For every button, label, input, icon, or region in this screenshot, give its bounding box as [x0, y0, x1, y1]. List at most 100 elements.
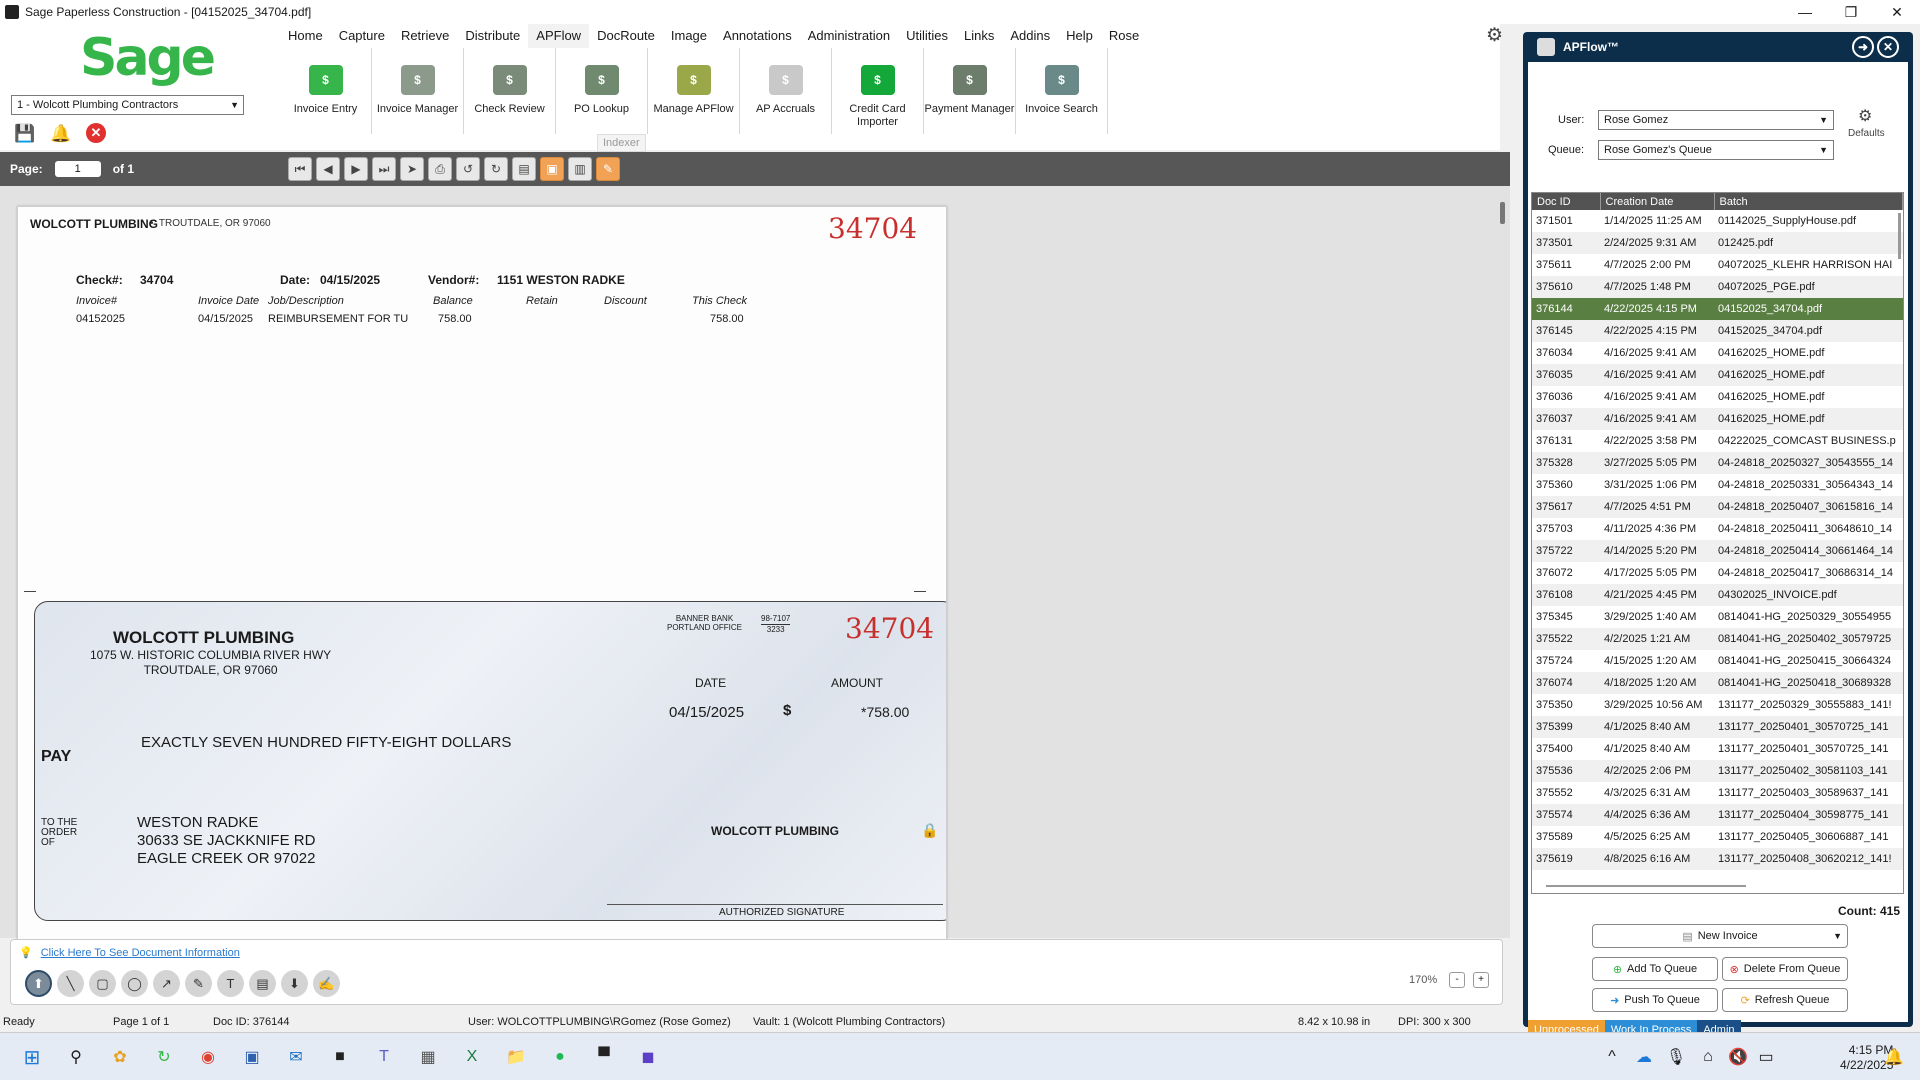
signature-tool-icon[interactable]: ✍	[313, 970, 340, 997]
onedrive-icon[interactable]: ☁	[1630, 1043, 1658, 1071]
arrow-tool-icon[interactable]: ↗	[153, 970, 180, 997]
table-row[interactable]: 375522 4/2/2025 1:21 AM 0814041-HG_2025040…	[1532, 628, 1903, 650]
microphone-icon[interactable]: 🎙	[1662, 1043, 1690, 1071]
table-row[interactable]: 375536 4/2/2025 2:06 PM 131177_20250402_30…	[1532, 760, 1903, 782]
zoom-out-button[interactable]: -	[1449, 972, 1465, 988]
menu-administration[interactable]: Administration	[800, 24, 898, 48]
credit-card-importer-button[interactable]: $ Credit Card Importer	[832, 48, 924, 134]
table-row[interactable]: 371501 1/14/2025 11:25 AM 01142025_SupplyH…	[1532, 210, 1903, 232]
table-row[interactable]: 376034 4/16/2025 9:41 AM 04162025_HOME.pdf	[1532, 342, 1903, 364]
app-icon[interactable]: ▣	[238, 1043, 266, 1071]
menu-rose[interactable]: Rose	[1101, 24, 1147, 48]
volume-icon[interactable]: 🔇	[1724, 1043, 1752, 1071]
menu-distribute[interactable]: Distribute	[457, 24, 528, 48]
edit-document-icon[interactable]: ✎	[596, 157, 620, 181]
add-to-queue-button[interactable]: ⊕ Add To Queue	[1592, 957, 1718, 981]
print-icon[interactable]: ⎙	[428, 157, 452, 181]
minimize-button[interactable]: —	[1782, 0, 1828, 24]
table-row[interactable]: 375328 3/27/2025 5:05 PM 04-24818_20250327…	[1532, 452, 1903, 474]
menu-docroute[interactable]: DocRoute	[589, 24, 663, 48]
cancel-icon[interactable]: ✕	[86, 123, 106, 143]
document-info-link[interactable]: Click Here To See Document Information	[41, 947, 240, 959]
sage-paperless-icon[interactable]: ▀	[590, 1043, 618, 1071]
refresh-queue-button[interactable]: ⟳ Refresh Queue	[1722, 988, 1848, 1012]
teams-icon[interactable]: T	[370, 1043, 398, 1071]
highlighter-tool-icon[interactable]: ✎	[185, 970, 212, 997]
payment-manager-button[interactable]: $ Payment Manager	[924, 48, 1016, 134]
send-icon[interactable]: ➤	[400, 157, 424, 181]
check-review-button[interactable]: $ Check Review	[464, 48, 556, 134]
table-row[interactable]: 375589 4/5/2025 6:25 AM 131177_20250405_30…	[1532, 826, 1903, 848]
push-to-queue-button[interactable]: ➜ Push To Queue	[1592, 988, 1718, 1012]
user-select[interactable]: Rose Gomez ▼	[1598, 110, 1834, 130]
table-row[interactable]: 375724 4/15/2025 1:20 AM 0814041-HG_202504…	[1532, 650, 1903, 672]
table-row[interactable]: 376074 4/18/2025 1:20 AM 0814041-HG_202504…	[1532, 672, 1903, 694]
pointer-tool-icon[interactable]: ⬆	[25, 970, 52, 997]
menu-retrieve[interactable]: Retrieve	[393, 24, 457, 48]
new-invoice-button[interactable]: ▤ New Invoice ▼	[1592, 924, 1848, 948]
stamp-tool-icon[interactable]: ⬇	[281, 970, 308, 997]
page-icon[interactable]: ▤	[512, 157, 536, 181]
table-row[interactable]: 375350 3/29/2025 10:56 AM 131177_20250329_…	[1532, 694, 1903, 716]
manage-apflow-button[interactable]: $ Manage APFlow	[648, 48, 740, 134]
menu-capture[interactable]: Capture	[331, 24, 393, 48]
close-button[interactable]: ✕	[1874, 0, 1920, 24]
table-row[interactable]: 375574 4/4/2025 6:36 AM 131177_20250404_30…	[1532, 804, 1903, 826]
table-row[interactable]: 376037 4/16/2025 9:41 AM 04162025_HOME.pdf	[1532, 408, 1903, 430]
table-row[interactable]: 373501 2/24/2025 9:31 AM 012425.pdf	[1532, 232, 1903, 254]
chevron-up-icon[interactable]: ^	[1598, 1043, 1626, 1071]
invoice-entry-button[interactable]: $ Invoice Entry	[280, 48, 372, 134]
forward-icon[interactable]: ➜	[1852, 36, 1874, 58]
table-hscroll[interactable]	[1546, 885, 1746, 887]
menu-help[interactable]: Help	[1058, 24, 1101, 48]
app-icon[interactable]: ■	[326, 1043, 354, 1071]
ap-accruals-button[interactable]: $ AP Accruals	[740, 48, 832, 134]
table-row[interactable]: 375617 4/7/2025 4:51 PM 04-24818_20250407_…	[1532, 496, 1903, 518]
outlook-icon[interactable]: ✉	[282, 1043, 310, 1071]
table-row[interactable]: 375619 4/8/2025 6:16 AM 131177_20250408_30…	[1532, 848, 1903, 870]
maximize-button[interactable]: ❐	[1828, 0, 1874, 24]
text-tool-icon[interactable]: T	[217, 970, 244, 997]
app-icon[interactable]: ◼	[634, 1043, 662, 1071]
rectangle-tool-icon[interactable]: ▢	[89, 970, 116, 997]
app-icon[interactable]: ✿	[106, 1043, 134, 1071]
viewer-scrollbar[interactable]	[1500, 202, 1505, 224]
excel-icon[interactable]: X	[458, 1043, 486, 1071]
table-row[interactable]: 375360 3/31/2025 1:06 PM 04-24818_20250331…	[1532, 474, 1903, 496]
page-input[interactable]: 1	[54, 161, 101, 177]
menu-links[interactable]: Links	[956, 24, 1002, 48]
invoice-manager-button[interactable]: $ Invoice Manager	[372, 48, 464, 134]
table-row[interactable]: 375611 4/7/2025 2:00 PM 04072025_KLEHR HAR…	[1532, 254, 1903, 276]
menu-annotations[interactable]: Annotations	[715, 24, 800, 48]
po-lookup-button[interactable]: $ PO Lookup	[556, 48, 648, 134]
table-row[interactable]: 376108 4/21/2025 4:45 PM 04302025_INVOICE.…	[1532, 584, 1903, 606]
table-row[interactable]: 376035 4/16/2025 9:41 AM 04162025_HOME.pdf	[1532, 364, 1903, 386]
rotate-left-icon[interactable]: ↺	[456, 157, 480, 181]
delete-from-queue-button[interactable]: ⊗ Delete From Queue	[1722, 957, 1848, 981]
table-row[interactable]: 376145 4/22/2025 4:15 PM 04152025_34704.pd…	[1532, 320, 1903, 342]
calculator-icon[interactable]: ▦	[414, 1043, 442, 1071]
file-explorer-icon[interactable]: 📁	[502, 1043, 530, 1071]
chrome-icon[interactable]: ◉	[194, 1043, 222, 1071]
prev-page-icon[interactable]: ◀	[316, 157, 340, 181]
search-icon[interactable]: ⚲	[62, 1043, 90, 1071]
menu-apflow[interactable]: APFlow	[528, 24, 590, 48]
menu-addins[interactable]: Addins	[1002, 24, 1058, 48]
note-tool-icon[interactable]: ▤	[249, 970, 276, 997]
menu-utilities[interactable]: Utilities	[898, 24, 956, 48]
last-page-icon[interactable]: ⏭	[372, 157, 396, 181]
defaults-gear-icon[interactable]: ⚙	[1858, 106, 1872, 126]
defaults-label[interactable]: Defaults	[1848, 128, 1885, 139]
zoom-in-button[interactable]: +	[1473, 972, 1489, 988]
bell-icon[interactable]: 🔔	[50, 123, 72, 145]
indexer-icon[interactable]: ▣	[540, 157, 564, 181]
table-row[interactable]: 376036 4/16/2025 9:41 AM 04162025_HOME.pdf	[1532, 386, 1903, 408]
next-page-icon[interactable]: ▶	[344, 157, 368, 181]
table-row[interactable]: 375399 4/1/2025 8:40 AM 131177_20250401_30…	[1532, 716, 1903, 738]
notification-icon[interactable]: 🔔	[1880, 1043, 1908, 1071]
network-icon[interactable]: ⌂	[1694, 1043, 1722, 1071]
table-row[interactable]: 375400 4/1/2025 8:40 AM 131177_20250401_30…	[1532, 738, 1903, 760]
column-header[interactable]: Creation Date	[1600, 193, 1715, 210]
settings-gear-icon[interactable]: ⚙	[1486, 24, 1503, 48]
menu-image[interactable]: Image	[663, 24, 715, 48]
